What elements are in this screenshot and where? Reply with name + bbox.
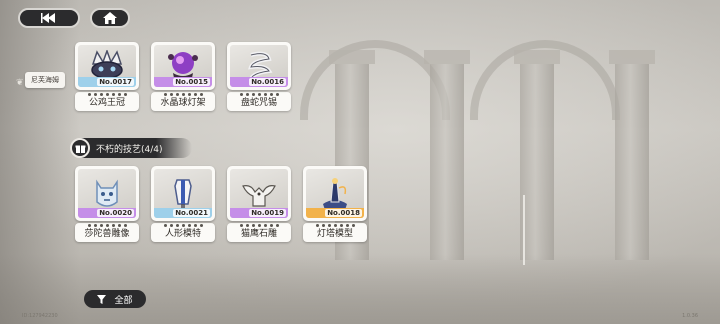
item-number: No.0015 <box>173 78 210 86</box>
rewind-icon <box>41 13 55 23</box>
collection-card[interactable]: No.0019 猫鹰石雕 <box>227 166 291 242</box>
collection-card[interactable]: No.0015 水晶球灯架 <box>151 42 215 111</box>
version-label: 1.0.36 <box>682 313 698 319</box>
collection-card[interactable]: No.0016 盘蛇咒锡 <box>227 42 291 111</box>
gift-icon <box>70 138 90 158</box>
home-button[interactable] <box>90 8 130 28</box>
collection-card[interactable]: No.0017 公鸡王冠 <box>75 42 139 111</box>
item-number: No.0017 <box>97 78 134 86</box>
section-header: 不朽的技艺(4/4) <box>70 138 192 158</box>
item-number: No.0016 <box>249 78 286 86</box>
leaf-icon: ❦ <box>16 78 24 88</box>
location-tag[interactable]: 尼芙海姆 <box>25 72 65 88</box>
filter-label: 全部 <box>114 295 133 306</box>
item-number: No.0021 <box>173 209 210 217</box>
home-icon <box>103 12 117 24</box>
collection-card[interactable]: No.0020 莎陀兽雕像 <box>75 166 139 242</box>
section-title: 不朽的技艺(4/4) <box>96 144 163 155</box>
filter-button[interactable]: 全部 <box>84 290 146 308</box>
item-number: No.0018 <box>325 209 362 217</box>
collection-card[interactable]: No.0021 人形模特 <box>151 166 215 242</box>
item-number: No.0019 <box>249 209 286 217</box>
back-button[interactable] <box>18 8 80 28</box>
funnel-icon <box>97 294 107 304</box>
item-number: No.0020 <box>97 209 134 217</box>
player-id: ID:127942230 <box>22 313 58 319</box>
collection-card[interactable]: No.0018 灯塔模型 <box>303 166 367 242</box>
